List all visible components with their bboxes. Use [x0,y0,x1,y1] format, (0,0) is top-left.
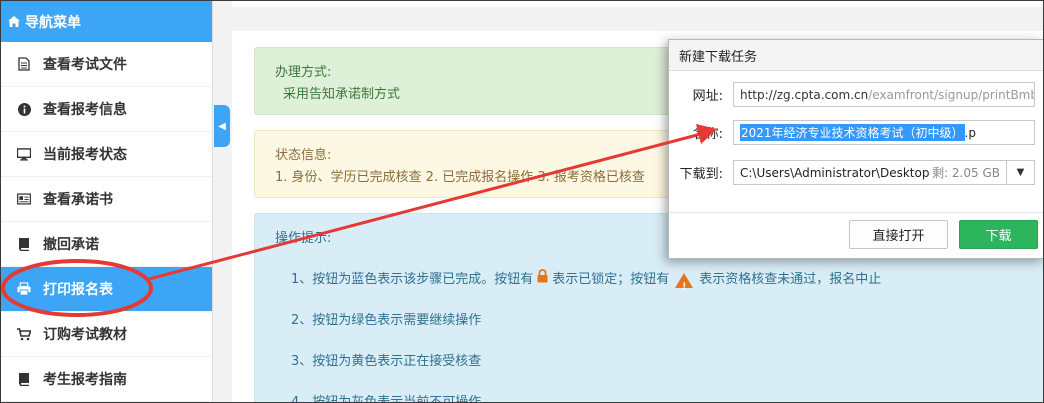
top-bar [232,1,1043,7]
sidebar-item-registration-status[interactable]: 当前报考状态 [1,132,212,177]
sidebar-item-guide[interactable]: 考生报考指南 [1,357,212,402]
warning-icon: ! [675,272,694,292]
sidebar-item-label: 打印报名表 [43,282,113,298]
free-space: 剩: 2.05 GB [932,166,1000,180]
sidebar-item-label: 当前报考状态 [43,147,127,163]
sidebar-item-print-form[interactable]: 打印报名表 [1,267,212,312]
open-directly-button[interactable]: 直接打开 [849,220,948,249]
sidebar-item-order-textbooks[interactable]: 订购考试教材 [1,312,212,357]
book-icon [17,237,31,251]
url-label: 网址: [692,89,723,104]
sidebar-item-label: 订购考试教材 [43,327,127,343]
save-path-field[interactable]: C:\Users\Administrator\Desktop 剩: 2.05 G… [733,160,1007,185]
sidebar-item-commitment[interactable]: 查看承诺书 [1,177,212,222]
sidebar: 导航菜单 查看考试文件 查看报考信息 当前报考状态 查看承诺书 撤回承诺 打印报… [1,1,213,402]
tip-item: 1、按钮为蓝色表示该步骤已完成。按钮有 表示已锁定；按钮有 ! 表示资格核查未通… [291,269,1023,292]
sidebar-title: 导航菜单 [25,14,81,31]
sidebar-item-exam-files[interactable]: 查看考试文件 [1,42,212,87]
path-row: 下载到: C:\Users\Administrator\Desktop 剩: 2… [669,160,1035,185]
cart-icon [17,327,31,341]
sidebar-item-label: 撤回承诺 [43,237,99,253]
info-icon [17,102,31,116]
path-dropdown-button[interactable]: ▼ [1007,160,1035,185]
tip-item: 3、按钮为黄色表示正在接受核查 [291,354,482,369]
dialog-divider [669,212,1043,213]
sidebar-item-label: 考生报考指南 [43,372,127,388]
name-row: 名称: 2021年经济专业技术资格考试（初中级） .p [669,120,1035,145]
screenshot-frame: 导航菜单 查看考试文件 查看报考信息 当前报考状态 查看承诺书 撤回承诺 打印报… [0,0,1044,403]
url-field[interactable]: http://zg.cpta.com.cn/examfront/signup/p… [733,82,1035,107]
selected-text: 2021年经济专业技术资格考试（初中级） [740,124,965,141]
name-label: 名称: [692,127,723,142]
id-card-icon [17,192,31,206]
download-button[interactable]: 下载 [959,220,1038,249]
file-icon [17,57,31,71]
monitor-icon [17,147,31,161]
sidebar-collapse-toggle[interactable]: ◀ [214,105,230,147]
url-row: 网址: http://zg.cpta.com.cn/examfront/sign… [669,82,1035,107]
sidebar-item-label: 查看报考信息 [43,102,127,118]
print-icon [17,282,31,296]
book-icon [17,372,31,386]
caret-down-icon: ▼ [1016,167,1025,178]
sidebar-item-label: 查看考试文件 [43,57,127,73]
filename-field[interactable]: 2021年经济专业技术资格考试（初中级） .p [733,120,1035,145]
dialog-title: 新建下载任务 [669,40,1043,71]
home-icon [7,15,21,29]
download-dialog: 新建下载任务 网址: http://zg.cpta.com.cn/examfro… [668,39,1043,259]
sidebar-item-registration-info[interactable]: 查看报考信息 [1,87,212,132]
tip-item: 2、按钮为绿色表示需要继续操作 [291,313,482,328]
path-label: 下载到: [679,167,723,182]
tip-item: 4、按钮为灰色表示当前不可操作 [291,395,482,403]
lock-icon [537,269,548,291]
sidebar-header: 导航菜单 [1,1,212,42]
chevron-left-icon: ◀ [218,120,226,132]
sidebar-item-label: 查看承诺书 [43,192,113,208]
sidebar-item-withdraw[interactable]: 撤回承诺 [1,222,212,267]
